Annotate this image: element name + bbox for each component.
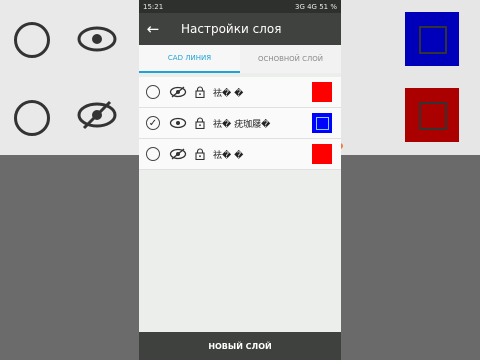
eye-icon[interactable] [169, 117, 187, 129]
layer-name: 祛� � [213, 150, 244, 161]
eye-off-icon[interactable] [169, 86, 187, 98]
eye-off-icon[interactable] [169, 148, 187, 160]
lock-icon[interactable] [195, 117, 205, 129]
background-check-circle [14, 22, 50, 58]
layer-name: 祛� � [213, 88, 244, 99]
status-time: 15:21 [143, 2, 164, 11]
page-title: Настройки слоя [181, 22, 282, 36]
app-bar: ← Настройки слоя [139, 13, 341, 45]
status-indicators: 3G 4G 51 % [295, 2, 337, 11]
lock-icon[interactable] [195, 86, 205, 98]
new-layer-button[interactable]: НОВЫЙ СЛОЙ [139, 332, 341, 360]
layer-row[interactable]: 祛� � [139, 139, 341, 170]
tab-base-layer[interactable]: ОСНОВНОЙ СЛОЙ [240, 45, 341, 73]
layer-row[interactable]: ✓ 祛� 疣珈屦� [139, 108, 341, 139]
status-bar: 15:21 3G 4G 51 % [139, 0, 341, 13]
layer-list: 祛� � ✓ 祛� 疣珈屦� 祛� � [139, 73, 341, 170]
layer-radio[interactable] [146, 147, 160, 161]
phone-screen: 15:21 3G 4G 51 % ← Настройки слоя CAD ЛИ… [139, 0, 341, 360]
background-eye-off-icon [77, 100, 117, 130]
layer-radio-checked[interactable]: ✓ [146, 116, 160, 130]
background-right [341, 0, 480, 360]
background-empty-circle [14, 100, 50, 136]
swatch-selection-frame [316, 117, 329, 130]
layer-name: 祛� 疣珈屦� [213, 119, 271, 130]
layer-row[interactable]: 祛� � [139, 77, 341, 108]
layer-color-swatch[interactable] [312, 113, 332, 133]
background-left [0, 0, 139, 360]
background-eye-icon [77, 26, 117, 52]
back-arrow-icon[interactable]: ← [139, 20, 167, 38]
layer-color-swatch[interactable] [312, 82, 332, 102]
tab-cad-line[interactable]: CAD ЛИНИЯ [139, 45, 240, 73]
tab-bar: CAD ЛИНИЯ ОСНОВНОЙ СЛОЙ [139, 45, 341, 73]
check-icon: ✓ [148, 117, 158, 129]
layer-radio[interactable] [146, 85, 160, 99]
background-red-swatch [405, 88, 459, 142]
layer-color-swatch[interactable] [312, 144, 332, 164]
background-blue-swatch [405, 12, 459, 66]
lock-icon[interactable] [195, 148, 205, 160]
